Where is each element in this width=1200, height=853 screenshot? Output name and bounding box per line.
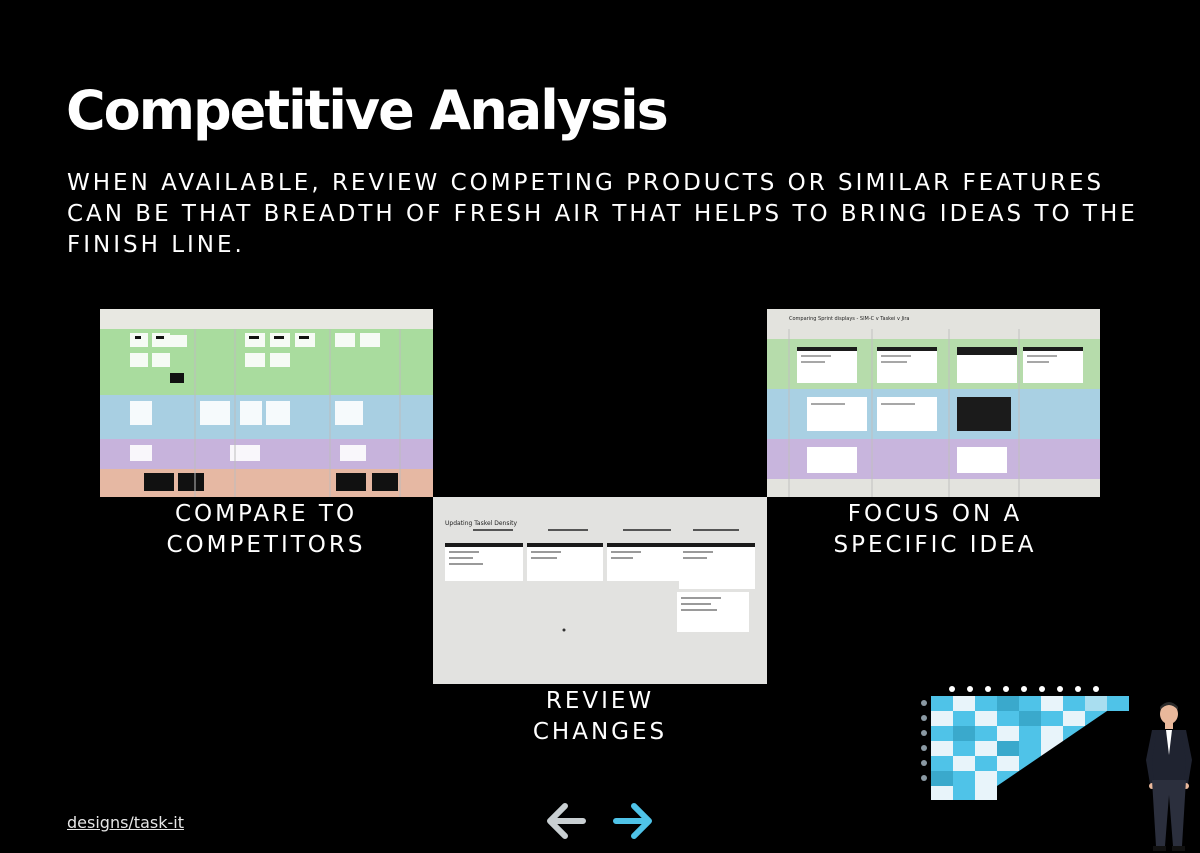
arrow-left-icon	[547, 803, 586, 839]
next-button[interactable]	[610, 798, 656, 844]
caption-focus-specific-idea: FOCUS ON A SPECIFIC IDEA	[833, 501, 1037, 558]
page-title: Competitive Analysis	[66, 79, 669, 142]
person-illustration	[1146, 702, 1192, 851]
prev-button[interactable]	[543, 798, 589, 844]
caption-review-changes: REVIEW CHANGES	[532, 688, 668, 745]
page-subtitle: WHEN AVAILABLE, REVIEW COMPETING PRODUCT…	[67, 170, 1138, 258]
photo-compare-competitors	[100, 309, 433, 497]
photo-heading-sprint: Comparing Sprint displays - SIM-C v Task…	[789, 316, 909, 322]
caption-compare-competitors: COMPARE TO COMPETITORS	[166, 501, 366, 558]
photo-focus-specific-idea: Comparing Sprint displays - SIM-C v Task…	[767, 309, 1100, 497]
photo-heading-density: Updating Taskel Density	[445, 520, 517, 527]
portfolio-link[interactable]: designs/task-it	[67, 813, 184, 832]
decorative-grid-graphic	[921, 686, 1129, 800]
photo-review-changes: Updating Taskel Density	[433, 497, 767, 684]
arrow-right-icon	[613, 803, 652, 839]
